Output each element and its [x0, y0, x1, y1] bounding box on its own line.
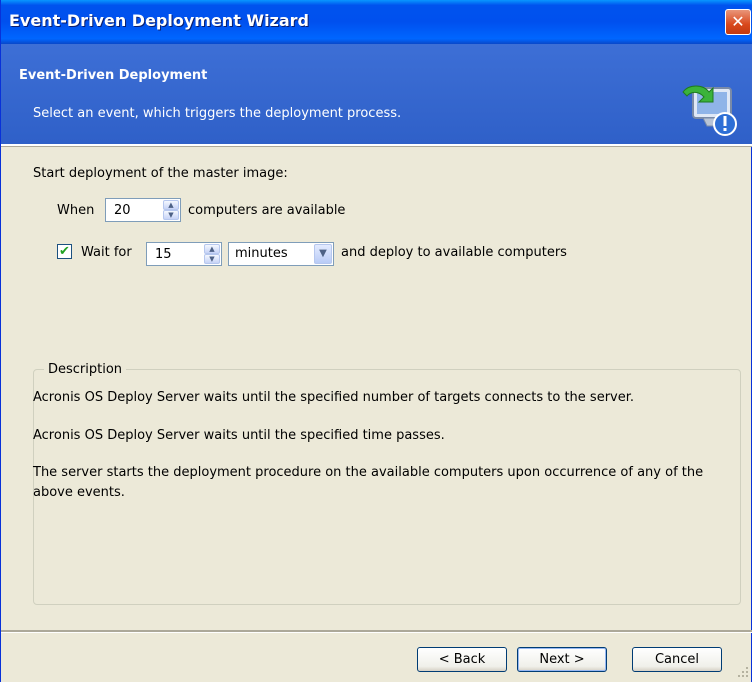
next-button[interactable]: Next > [517, 647, 607, 672]
back-button[interactable]: < Back [417, 647, 507, 672]
start-deployment-label: Start deployment of the master image: [33, 166, 288, 181]
wait-time-input[interactable] [147, 243, 211, 265]
description-line-1: Acronis OS Deploy Server waits until the… [33, 390, 635, 405]
wait-increment-button[interactable]: ▲ [204, 244, 220, 254]
wait-decrement-button[interactable]: ▼ [204, 254, 220, 264]
computers-increment-button[interactable]: ▲ [163, 200, 179, 210]
computers-count-stepper[interactable]: ▲ ▼ [105, 198, 181, 222]
cancel-button[interactable]: Cancel [632, 647, 722, 672]
wizard-window: Event-Driven Deployment Wizard ✕ Event-D… [0, 0, 752, 682]
wait-for-checkbox[interactable]: ✔ [57, 244, 72, 259]
computers-suffix-label: computers are available [188, 203, 346, 218]
computers-count-input[interactable] [106, 199, 170, 221]
footer-divider [1, 630, 752, 633]
description-line-2: Acronis OS Deploy Server waits until the… [33, 428, 445, 443]
header-subtitle: Select an event, which triggers the depl… [33, 106, 402, 121]
wait-unit-select[interactable]: minutes ▼ [228, 242, 334, 266]
resize-grip-icon[interactable] [737, 666, 749, 678]
monitor-download-icon [682, 85, 737, 136]
wait-unit-value: minutes [235, 246, 288, 261]
chevron-down-icon[interactable]: ▼ [314, 244, 332, 264]
wait-spin-buttons: ▲ ▼ [204, 244, 220, 264]
description-legend: Description [44, 362, 127, 377]
wait-time-stepper[interactable]: ▲ ▼ [146, 242, 222, 266]
header-divider [1, 144, 752, 147]
window-title: Event-Driven Deployment Wizard [9, 11, 309, 30]
when-label: When [57, 203, 95, 218]
computers-spin-buttons: ▲ ▼ [163, 200, 179, 220]
close-button[interactable]: ✕ [725, 9, 751, 35]
computers-decrement-button[interactable]: ▼ [163, 210, 179, 220]
wait-for-label: Wait for [81, 245, 132, 260]
header-title: Event-Driven Deployment [19, 68, 208, 83]
title-bar[interactable]: Event-Driven Deployment Wizard ✕ [1, 0, 752, 44]
wizard-header: Event-Driven Deployment Select an event,… [1, 44, 752, 144]
wait-suffix-label: and deploy to available computers [341, 245, 567, 260]
description-line-3: The server starts the deployment procedu… [33, 465, 704, 500]
